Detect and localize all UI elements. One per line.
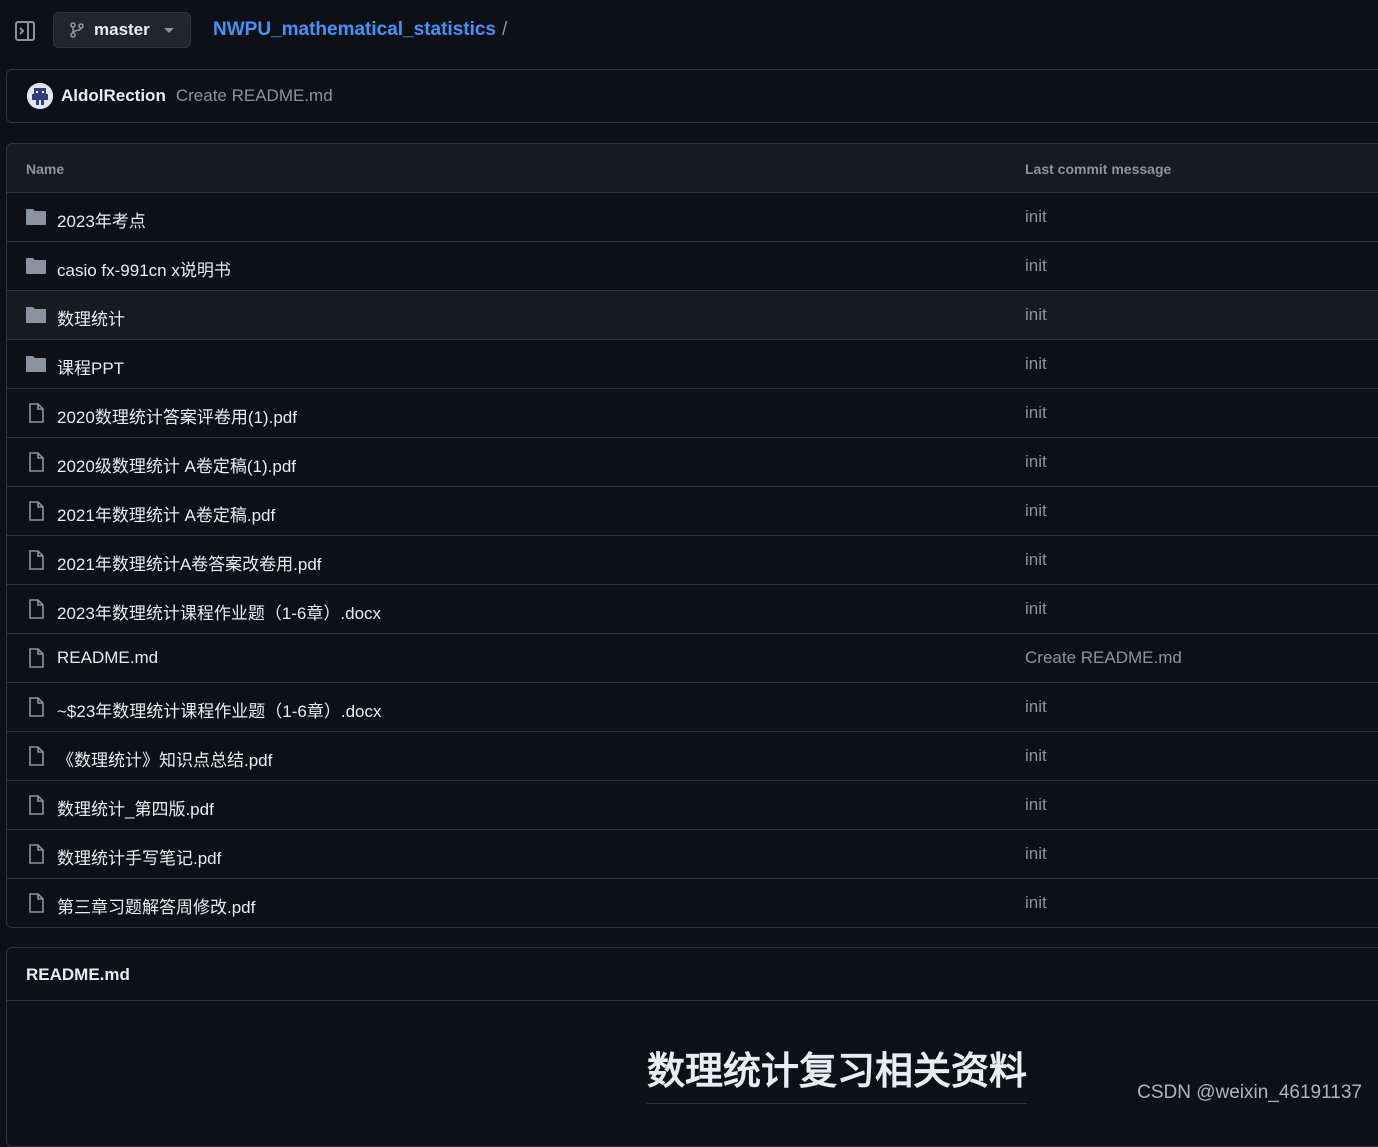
commit-author[interactable]: AldolRection	[61, 86, 166, 106]
table-row[interactable]: 2023年考点 init	[7, 193, 1378, 242]
sidebar-toggle-icon[interactable]	[14, 20, 36, 42]
commit-message-link[interactable]: init	[1025, 305, 1047, 325]
file-name-link[interactable]: 课程PPT	[57, 354, 124, 379]
commit-message-link[interactable]: init	[1025, 795, 1047, 815]
file-icon	[25, 745, 47, 767]
table-row[interactable]: 《数理统计》知识点总结.pdf init	[7, 732, 1378, 781]
table-row[interactable]: 2021年数理统计 A卷定稿.pdf init	[7, 487, 1378, 536]
file-name-link[interactable]: 数理统计_第四版.pdf	[57, 795, 214, 820]
file-icon	[25, 451, 47, 473]
file-icon	[25, 598, 47, 620]
latest-commit-bar: AldolRection Create README.md	[6, 69, 1378, 123]
readme-header: README.md	[7, 948, 1378, 1001]
breadcrumb-separator: /	[502, 19, 508, 40]
folder-icon	[25, 206, 47, 228]
commit-message-link[interactable]: init	[1025, 207, 1047, 227]
commit-message-link[interactable]: init	[1025, 893, 1047, 913]
file-icon	[25, 402, 47, 424]
file-name-link[interactable]: ~$23年数理统计课程作业题（1-6章）.docx	[57, 697, 382, 722]
file-list: 2023年考点 init casio fx-991cn x说明书 init 数理统计 in…	[7, 193, 1378, 927]
file-icon	[25, 892, 47, 914]
column-header-name: Name	[26, 161, 65, 177]
file-name-link[interactable]: 《数理统计》知识点总结.pdf	[57, 746, 272, 771]
file-icon	[25, 549, 47, 571]
table-header: Name Last commit message	[7, 144, 1378, 193]
commit-message-link[interactable]: init	[1025, 256, 1047, 276]
file-name-link[interactable]: 2021年数理统计A卷答案改卷用.pdf	[57, 550, 322, 575]
commit-message-link[interactable]: init	[1025, 501, 1047, 521]
table-row[interactable]: README.md Create README.md	[7, 634, 1378, 683]
commit-message-link[interactable]: init	[1025, 844, 1047, 864]
chevron-down-icon	[164, 28, 174, 33]
commit-message-link[interactable]: init	[1025, 746, 1047, 766]
commit-message-link[interactable]: init	[1025, 403, 1047, 423]
file-name-link[interactable]: 2023年考点	[57, 207, 146, 232]
file-icon	[25, 500, 47, 522]
file-name-link[interactable]: 2023年数理统计课程作业题（1-6章）.docx	[57, 599, 381, 624]
table-row[interactable]: 第三章习题解答周修改.pdf init	[7, 879, 1378, 927]
file-name-link[interactable]: 2021年数理统计 A卷定稿.pdf	[57, 501, 275, 526]
file-name-link[interactable]: 2020级数理统计 A卷定稿(1).pdf	[57, 452, 296, 477]
commit-message-link[interactable]: init	[1025, 354, 1047, 374]
commit-message[interactable]: Create README.md	[176, 86, 333, 106]
file-name-link[interactable]: 第三章习题解答周修改.pdf	[57, 893, 255, 918]
file-name-link[interactable]: 2020数理统计答案评卷用(1).pdf	[57, 403, 297, 428]
table-row[interactable]: 2021年数理统计A卷答案改卷用.pdf init	[7, 536, 1378, 585]
user-avatar-icon	[27, 83, 53, 109]
commit-message-link[interactable]: Create README.md	[1025, 648, 1182, 668]
file-icon	[25, 794, 47, 816]
readme-heading: 数理统计复习相关资料	[647, 1040, 1028, 1104]
commit-message-link[interactable]: init	[1025, 550, 1047, 570]
file-name-link[interactable]: 数理统计	[57, 305, 125, 330]
table-row[interactable]: 2023年数理统计课程作业题（1-6章）.docx init	[7, 585, 1378, 634]
commit-message-link[interactable]: init	[1025, 599, 1047, 619]
table-row[interactable]: 数理统计 init	[7, 291, 1378, 340]
table-row[interactable]: 数理统计_第四版.pdf init	[7, 781, 1378, 830]
folder-icon	[25, 304, 47, 326]
folder-icon	[25, 255, 47, 277]
table-row[interactable]: 2020数理统计答案评卷用(1).pdf init	[7, 389, 1378, 438]
branch-select-button[interactable]: master	[53, 12, 191, 48]
table-row[interactable]: ~$23年数理统计课程作业题（1-6章）.docx init	[7, 683, 1378, 732]
file-icon	[25, 696, 47, 718]
top-bar: master NWPU_mathematical_statistics /	[0, 0, 1378, 62]
file-name-link[interactable]: casio fx-991cn x说明书	[57, 256, 231, 281]
breadcrumb: NWPU_mathematical_statistics /	[213, 19, 507, 41]
readme-title[interactable]: README.md	[26, 965, 130, 985]
repo-link[interactable]: NWPU_mathematical_statistics	[213, 19, 496, 41]
readme-panel: README.md 数理统计复习相关资料	[6, 947, 1378, 1147]
table-row[interactable]: 数理统计手写笔记.pdf init	[7, 830, 1378, 879]
file-icon	[25, 843, 47, 865]
avatar[interactable]	[27, 83, 53, 109]
folder-icon	[25, 353, 47, 375]
commit-message-link[interactable]: init	[1025, 697, 1047, 717]
file-icon	[25, 647, 47, 669]
commit-message-link[interactable]: init	[1025, 452, 1047, 472]
table-row[interactable]: casio fx-991cn x说明书 init	[7, 242, 1378, 291]
column-header-message: Last commit message	[1025, 161, 1172, 177]
file-name-link[interactable]: README.md	[57, 648, 158, 668]
watermark: CSDN @weixin_46191137	[1137, 1082, 1362, 1103]
table-row[interactable]: 课程PPT init	[7, 340, 1378, 389]
file-name-link[interactable]: 数理统计手写笔记.pdf	[57, 844, 221, 869]
table-row[interactable]: 2020级数理统计 A卷定稿(1).pdf init	[7, 438, 1378, 487]
file-table: Name Last commit message 2023年考点 init casi…	[6, 143, 1378, 928]
branch-name: master	[94, 20, 150, 39]
git-branch-icon	[70, 22, 84, 38]
